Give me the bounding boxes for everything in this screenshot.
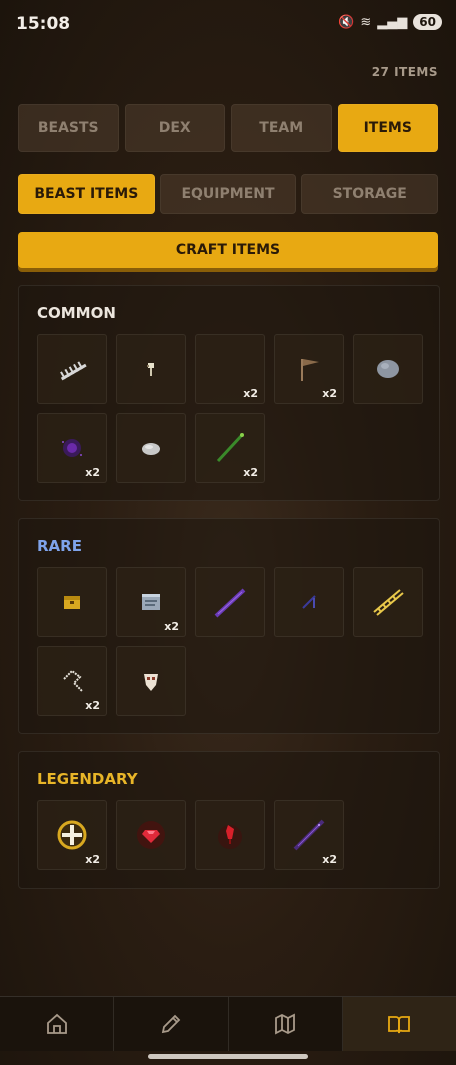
map-icon — [275, 1013, 296, 1035]
blood-crystal-icon — [218, 825, 242, 849]
home-indicator[interactable] — [148, 1054, 308, 1059]
gold-chest-icon — [64, 596, 80, 609]
status-icons: 🔇 ≋ ▂▄▆ 60 — [338, 14, 442, 30]
wooden-flag-icon — [301, 359, 319, 381]
scroll-icon — [142, 594, 160, 610]
item-quantity: x2 — [85, 853, 100, 866]
red-gem-icon — [137, 821, 165, 849]
wifi-icon: ≋ — [360, 14, 372, 30]
item-slot[interactable]: x2 — [274, 334, 344, 404]
gold-ladder-icon — [373, 589, 404, 616]
subtab-beast-items[interactable]: BEAST ITEMS — [18, 174, 155, 214]
signal-icon: ▂▄▆ — [377, 14, 408, 30]
item-slot[interactable] — [353, 334, 423, 404]
item-slot[interactable]: x2 — [37, 646, 107, 716]
holy-shield-icon — [57, 820, 87, 850]
grey-stone-icon — [377, 360, 399, 378]
item-quantity: x2 — [322, 387, 337, 400]
bottom-navigation — [0, 996, 456, 1051]
item-quantity: x2 — [85, 466, 100, 479]
book-icon — [388, 1016, 411, 1034]
nav-edit-button[interactable] — [114, 997, 229, 1051]
tab-team[interactable]: TEAM — [231, 104, 332, 152]
nav-map-button[interactable] — [229, 997, 343, 1051]
legendary-grid: x2 x2 — [37, 800, 427, 870]
bone-rail-icon — [60, 361, 87, 381]
item-slot[interactable]: x2 — [274, 800, 344, 870]
legendary-title: LEGENDARY — [37, 770, 138, 788]
purple-sword-icon — [214, 588, 246, 618]
small-blade-icon — [302, 595, 316, 609]
item-slot[interactable] — [195, 567, 265, 637]
main-tabs: BEASTS DEX TEAM ITEMS — [18, 104, 438, 152]
status-bar: 15:08 🔇 ≋ ▂▄▆ 60 — [0, 0, 456, 50]
item-slot[interactable] — [37, 567, 107, 637]
small-bone-icon — [147, 363, 154, 376]
legendary-section: LEGENDARY x2 x2 — [18, 751, 440, 889]
rare-section: RARE x2 x2 — [18, 518, 440, 734]
item-quantity: x2 — [243, 387, 258, 400]
rare-title: RARE — [37, 537, 82, 555]
item-slot[interactable]: x2 — [116, 567, 186, 637]
item-slot[interactable]: x2 — [37, 413, 107, 483]
pebble-icon — [142, 443, 160, 455]
empty-icon — [210, 349, 250, 389]
battery-indicator: 60 — [413, 14, 442, 30]
dark-orb-icon — [62, 439, 82, 457]
item-quantity: x2 — [85, 699, 100, 712]
item-count: 27 ITEMS — [371, 65, 438, 79]
item-slot[interactable] — [116, 334, 186, 404]
item-quantity: x2 — [322, 853, 337, 866]
subtab-storage[interactable]: STORAGE — [301, 174, 439, 214]
item-slot[interactable] — [116, 800, 186, 870]
subtab-equipment[interactable]: EQUIPMENT — [159, 174, 297, 214]
common-grid: x2 x2 x2 x2 — [37, 334, 427, 483]
nav-home-button[interactable] — [0, 997, 115, 1051]
pencil-icon — [161, 1014, 181, 1034]
sub-tabs: BEAST ITEMS EQUIPMENT STORAGE — [18, 174, 439, 214]
nav-book-button[interactable] — [342, 997, 456, 1051]
green-wand-icon — [216, 433, 244, 463]
tab-beasts[interactable]: BEASTS — [18, 104, 119, 152]
item-slot[interactable] — [37, 334, 107, 404]
item-quantity: x2 — [243, 466, 258, 479]
item-slot[interactable]: x2 — [37, 800, 107, 870]
void-blade-icon — [293, 819, 325, 851]
item-quantity: x2 — [164, 620, 179, 633]
item-slot[interactable] — [116, 413, 186, 483]
craft-items-button[interactable]: CRAFT ITEMS — [18, 232, 438, 268]
item-slot[interactable]: x2 — [195, 413, 265, 483]
tab-dex[interactable]: DEX — [124, 104, 225, 152]
skull-icon — [144, 674, 158, 691]
tab-items[interactable]: ITEMS — [337, 104, 438, 152]
item-slot[interactable] — [116, 646, 186, 716]
bone-whip-icon — [63, 669, 83, 692]
item-slot[interactable] — [274, 567, 344, 637]
rare-grid: x2 x2 — [37, 567, 427, 716]
item-slot[interactable]: x2 — [195, 334, 265, 404]
item-slot[interactable] — [353, 567, 423, 637]
home-icon — [46, 1013, 67, 1034]
clock: 15:08 — [16, 14, 71, 34]
item-slot[interactable] — [195, 800, 265, 870]
common-section: COMMON x2 x2 x2 x2 — [18, 285, 440, 501]
mute-icon: 🔇 — [338, 14, 355, 30]
common-title: COMMON — [37, 304, 116, 322]
